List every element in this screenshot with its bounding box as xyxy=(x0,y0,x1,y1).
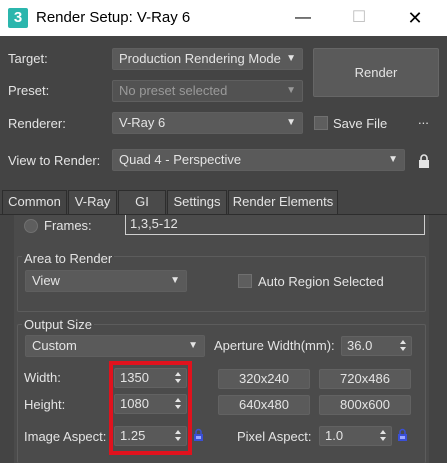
image-aspect-label: Image Aspect: xyxy=(24,429,107,444)
app-icon: 3 xyxy=(8,8,28,28)
pixel-aspect-spinner[interactable]: 1.0 xyxy=(319,426,392,446)
frames-row: Frames: 1,3,5-12 xyxy=(14,215,429,243)
pixel-aspect-label: Pixel Aspect: xyxy=(237,429,312,444)
minimize-button[interactable]: — xyxy=(280,0,326,36)
tab-common[interactable]: Common xyxy=(2,190,67,215)
tab-vray[interactable]: V-Ray xyxy=(68,190,117,214)
output-preset-value: Custom xyxy=(32,338,77,353)
target-value: Production Rendering Mode xyxy=(119,51,281,66)
frames-radio[interactable] xyxy=(24,219,38,233)
tab-render-elements[interactable]: Render Elements xyxy=(228,190,338,214)
chevron-down-icon: ▼ xyxy=(286,117,296,128)
chevron-down-icon: ▼ xyxy=(388,154,398,165)
render-setup-header: Target: Production Rendering Mode ▼ Pres… xyxy=(0,36,447,190)
area-dropdown[interactable]: View ▼ xyxy=(25,270,187,292)
output-preset-dropdown[interactable]: Custom ▼ xyxy=(25,335,205,357)
save-file-label: Save File xyxy=(333,116,388,131)
view-to-render-dropdown[interactable]: Quad 4 - Perspective ▼ xyxy=(112,149,405,171)
output-size-title: Output Size xyxy=(22,317,94,332)
renderer-dropdown[interactable]: V-Ray 6 ▼ xyxy=(112,112,303,134)
tab-bar: Common V-Ray GI Settings Render Elements xyxy=(0,190,447,215)
chevron-down-icon: ▼ xyxy=(188,340,198,351)
target-label: Target: xyxy=(8,51,48,66)
auto-region-checkbox[interactable] xyxy=(238,274,252,288)
save-file-browse-button[interactable]: ... xyxy=(418,112,429,127)
target-dropdown[interactable]: Production Rendering Mode ▼ xyxy=(112,48,303,70)
renderer-label: Renderer: xyxy=(8,116,66,131)
save-file-checkbox[interactable] xyxy=(314,116,328,130)
pixel-aspect-lock-icon[interactable] xyxy=(397,428,408,442)
lock-icon[interactable] xyxy=(418,154,430,168)
preset-label: Preset: xyxy=(8,83,50,98)
highlight-annotation xyxy=(109,361,192,455)
preset-720x486-button[interactable]: 720x486 xyxy=(319,369,411,389)
tab-gi[interactable]: GI xyxy=(118,190,166,214)
render-button[interactable]: Render xyxy=(313,48,439,97)
area-to-render-title: Area to Render xyxy=(22,251,115,266)
preset-800x600-button[interactable]: 800x600 xyxy=(319,395,411,415)
common-panel: Frames: 1,3,5-12 Area to Render View ▼ A… xyxy=(0,215,447,463)
aperture-width-spinner[interactable]: 36.0 xyxy=(341,336,412,356)
renderer-value: V-Ray 6 xyxy=(119,115,166,130)
image-aspect-lock-icon[interactable] xyxy=(193,428,204,442)
maximize-button[interactable]: ☐ xyxy=(336,0,382,36)
close-button[interactable]: ✕ xyxy=(392,0,438,36)
view-to-render-label: View to Render: xyxy=(8,153,101,168)
title-bar: 3 Render Setup: V-Ray 6 — ☐ ✕ xyxy=(0,0,447,36)
spinner-arrows-icon[interactable] xyxy=(400,339,406,353)
height-label: Height: xyxy=(24,397,66,412)
aperture-width-value: 36.0 xyxy=(347,338,373,353)
frames-label: Frames: xyxy=(44,218,92,233)
area-value: View xyxy=(32,273,60,288)
preset-dropdown[interactable]: No preset selected ▼ xyxy=(112,80,303,102)
pixel-aspect-value: 1.0 xyxy=(325,428,344,443)
aperture-width-label: Aperture Width(mm): xyxy=(214,338,335,353)
view-to-render-value: Quad 4 - Perspective xyxy=(119,152,242,167)
tab-settings[interactable]: Settings xyxy=(167,190,227,214)
preset-640x480-button[interactable]: 640x480 xyxy=(218,395,310,415)
frames-input[interactable]: 1,3,5-12 xyxy=(125,215,425,235)
window-title: Render Setup: V-Ray 6 xyxy=(36,9,191,26)
chevron-down-icon: ▼ xyxy=(286,85,296,96)
chevron-down-icon: ▼ xyxy=(286,53,296,64)
spinner-arrows-icon[interactable] xyxy=(380,429,386,443)
preset-value: No preset selected xyxy=(119,83,228,98)
chevron-down-icon: ▼ xyxy=(170,275,180,286)
preset-320x240-button[interactable]: 320x240 xyxy=(218,369,310,389)
auto-region-label: Auto Region Selected xyxy=(258,274,384,289)
width-label: Width: xyxy=(24,370,61,385)
